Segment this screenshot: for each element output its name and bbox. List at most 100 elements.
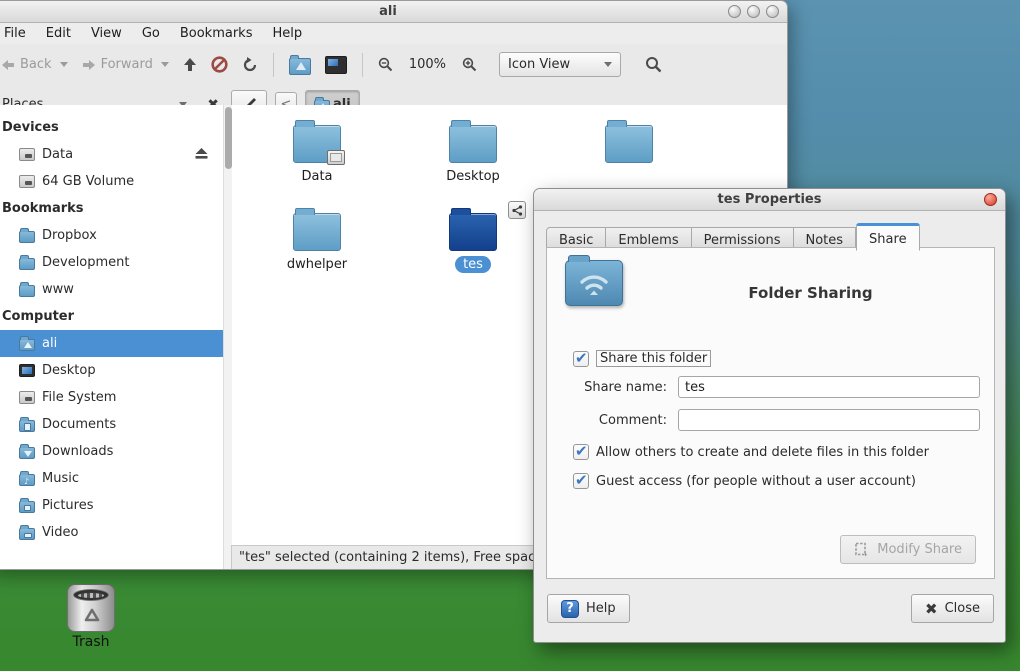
dialog-titlebar[interactable]: tes Properties xyxy=(534,189,1005,211)
sidebar-section-bookmarks: Bookmarks xyxy=(0,195,223,222)
guest-access-checkbox[interactable]: Guest access (for people without a user … xyxy=(573,473,916,489)
sidebar-item-development[interactable]: Development xyxy=(0,249,223,276)
shared-emblem-icon xyxy=(508,201,526,219)
checkbox-checked-icon[interactable] xyxy=(573,351,589,367)
back-arrow-icon xyxy=(1,59,15,71)
scrollbar-thumb[interactable] xyxy=(225,107,232,169)
checkbox-checked-icon[interactable] xyxy=(573,473,589,489)
forward-button[interactable]: Forward xyxy=(76,52,175,77)
zoom-in-icon xyxy=(462,57,477,72)
pictures-folder-icon xyxy=(19,501,35,513)
sidebar-item-documents[interactable]: Documents xyxy=(0,411,223,438)
menu-help[interactable]: Help xyxy=(263,24,311,43)
menu-bookmarks[interactable]: Bookmarks xyxy=(171,24,262,43)
folder-icon xyxy=(19,231,35,243)
desktop-button[interactable] xyxy=(319,51,353,79)
help-icon: ? xyxy=(561,600,579,618)
sidebar-item-music[interactable]: ♪ Music xyxy=(0,465,223,492)
share-name-input[interactable] xyxy=(678,376,980,398)
sidebar-item-ali[interactable]: ali xyxy=(0,330,223,357)
folder-icon xyxy=(449,125,497,163)
minimize-button[interactable] xyxy=(728,5,741,18)
file-item-hidden[interactable] xyxy=(554,125,704,169)
file-item-tes[interactable]: tes xyxy=(398,213,548,273)
view-mode-select[interactable]: Icon View xyxy=(499,52,621,77)
status-text: "tes" selected (containing 2 items), Fre… xyxy=(239,550,535,565)
comment-input[interactable] xyxy=(678,409,980,431)
sidebar-item-desktop[interactable]: Desktop xyxy=(0,357,223,384)
selected-file-label: tes xyxy=(455,256,491,273)
chevron-down-icon xyxy=(60,62,68,67)
stop-icon xyxy=(211,56,228,73)
file-item-desktop[interactable]: Desktop xyxy=(398,125,548,184)
selected-folder-icon xyxy=(449,213,497,251)
chevron-down-icon xyxy=(161,62,169,67)
dialog-title: tes Properties xyxy=(718,192,822,207)
sidebar-item-downloads[interactable]: Downloads xyxy=(0,438,223,465)
dialog-close-button[interactable] xyxy=(984,193,997,206)
menu-edit[interactable]: Edit xyxy=(37,24,80,43)
downloads-folder-icon xyxy=(19,447,35,459)
share-name-row: Share name: xyxy=(559,376,980,398)
modify-share-icon xyxy=(854,542,870,558)
sidebar-section-devices: Devices xyxy=(0,114,223,141)
home-button[interactable] xyxy=(283,50,317,80)
drive-icon xyxy=(19,148,35,161)
trash-can-icon xyxy=(67,584,115,632)
up-button[interactable] xyxy=(177,53,203,77)
close-button[interactable]: ✖ Close xyxy=(911,594,994,623)
zoom-in-button[interactable] xyxy=(456,52,483,77)
folder-icon xyxy=(605,125,653,163)
sidebar-item-video[interactable]: Video xyxy=(0,519,223,546)
modify-share-button[interactable]: Modify Share xyxy=(840,535,976,564)
close-button[interactable] xyxy=(766,5,779,18)
sidebar-item-file-system[interactable]: File System xyxy=(0,384,223,411)
trash-label: Trash xyxy=(46,634,136,650)
sidebar-scrollbar[interactable] xyxy=(223,105,232,569)
zoom-out-button[interactable] xyxy=(372,52,399,77)
folder-icon xyxy=(293,125,341,163)
help-button[interactable]: ? Help xyxy=(547,594,630,623)
refresh-button[interactable] xyxy=(236,52,264,78)
computer-icon xyxy=(325,56,347,74)
share-this-folder-checkbox[interactable]: Share this folder xyxy=(573,350,711,367)
shared-folder-icon xyxy=(565,260,623,306)
back-button[interactable]: Back xyxy=(0,52,74,77)
stop-button[interactable] xyxy=(205,51,234,78)
menu-file[interactable]: File xyxy=(0,24,35,43)
properties-dialog: tes Properties Basic Emblems Permissions… xyxy=(533,188,1006,643)
zoom-level: 100% xyxy=(401,57,454,72)
file-item-data[interactable]: Data xyxy=(242,125,392,184)
file-item-dwhelper[interactable]: dwhelper xyxy=(242,213,392,272)
sidebar-item-dropbox[interactable]: Dropbox xyxy=(0,222,223,249)
home-folder-icon xyxy=(289,58,311,75)
places-sidebar: Devices Data 64 GB Volume Bookmarks Drop… xyxy=(0,105,223,569)
home-folder-icon xyxy=(19,339,35,351)
sidebar-item-data[interactable]: Data xyxy=(0,141,223,168)
toolbar: Back Forward xyxy=(0,44,787,85)
share-tab-panel: Folder Sharing Share this folder Share n… xyxy=(546,247,995,579)
tab-share[interactable]: Share xyxy=(856,223,920,251)
drive-icon xyxy=(19,391,35,404)
video-folder-icon xyxy=(19,528,35,540)
window-titlebar[interactable]: ali xyxy=(0,1,787,23)
sidebar-item-pictures[interactable]: Pictures xyxy=(0,492,223,519)
window-title: ali xyxy=(379,4,397,19)
menu-view[interactable]: View xyxy=(82,24,131,43)
maximize-button[interactable] xyxy=(747,5,760,18)
eject-button[interactable] xyxy=(194,147,209,164)
drive-icon xyxy=(19,175,35,188)
menu-go[interactable]: Go xyxy=(133,24,169,43)
comment-label: Comment: xyxy=(559,413,667,428)
search-icon xyxy=(645,56,662,73)
checkbox-checked-icon[interactable] xyxy=(573,444,589,460)
search-button[interactable] xyxy=(639,51,668,78)
forward-arrow-icon xyxy=(82,59,96,71)
sidebar-item-64gb-volume[interactable]: 64 GB Volume xyxy=(0,168,223,195)
comment-row: Comment: xyxy=(559,409,980,431)
trash-desktop-icon[interactable]: Trash xyxy=(46,584,136,650)
drive-emblem-icon xyxy=(327,150,345,165)
allow-others-checkbox[interactable]: Allow others to create and delete files … xyxy=(573,444,929,460)
eject-icon xyxy=(194,147,209,160)
sidebar-item-www[interactable]: www xyxy=(0,276,223,303)
